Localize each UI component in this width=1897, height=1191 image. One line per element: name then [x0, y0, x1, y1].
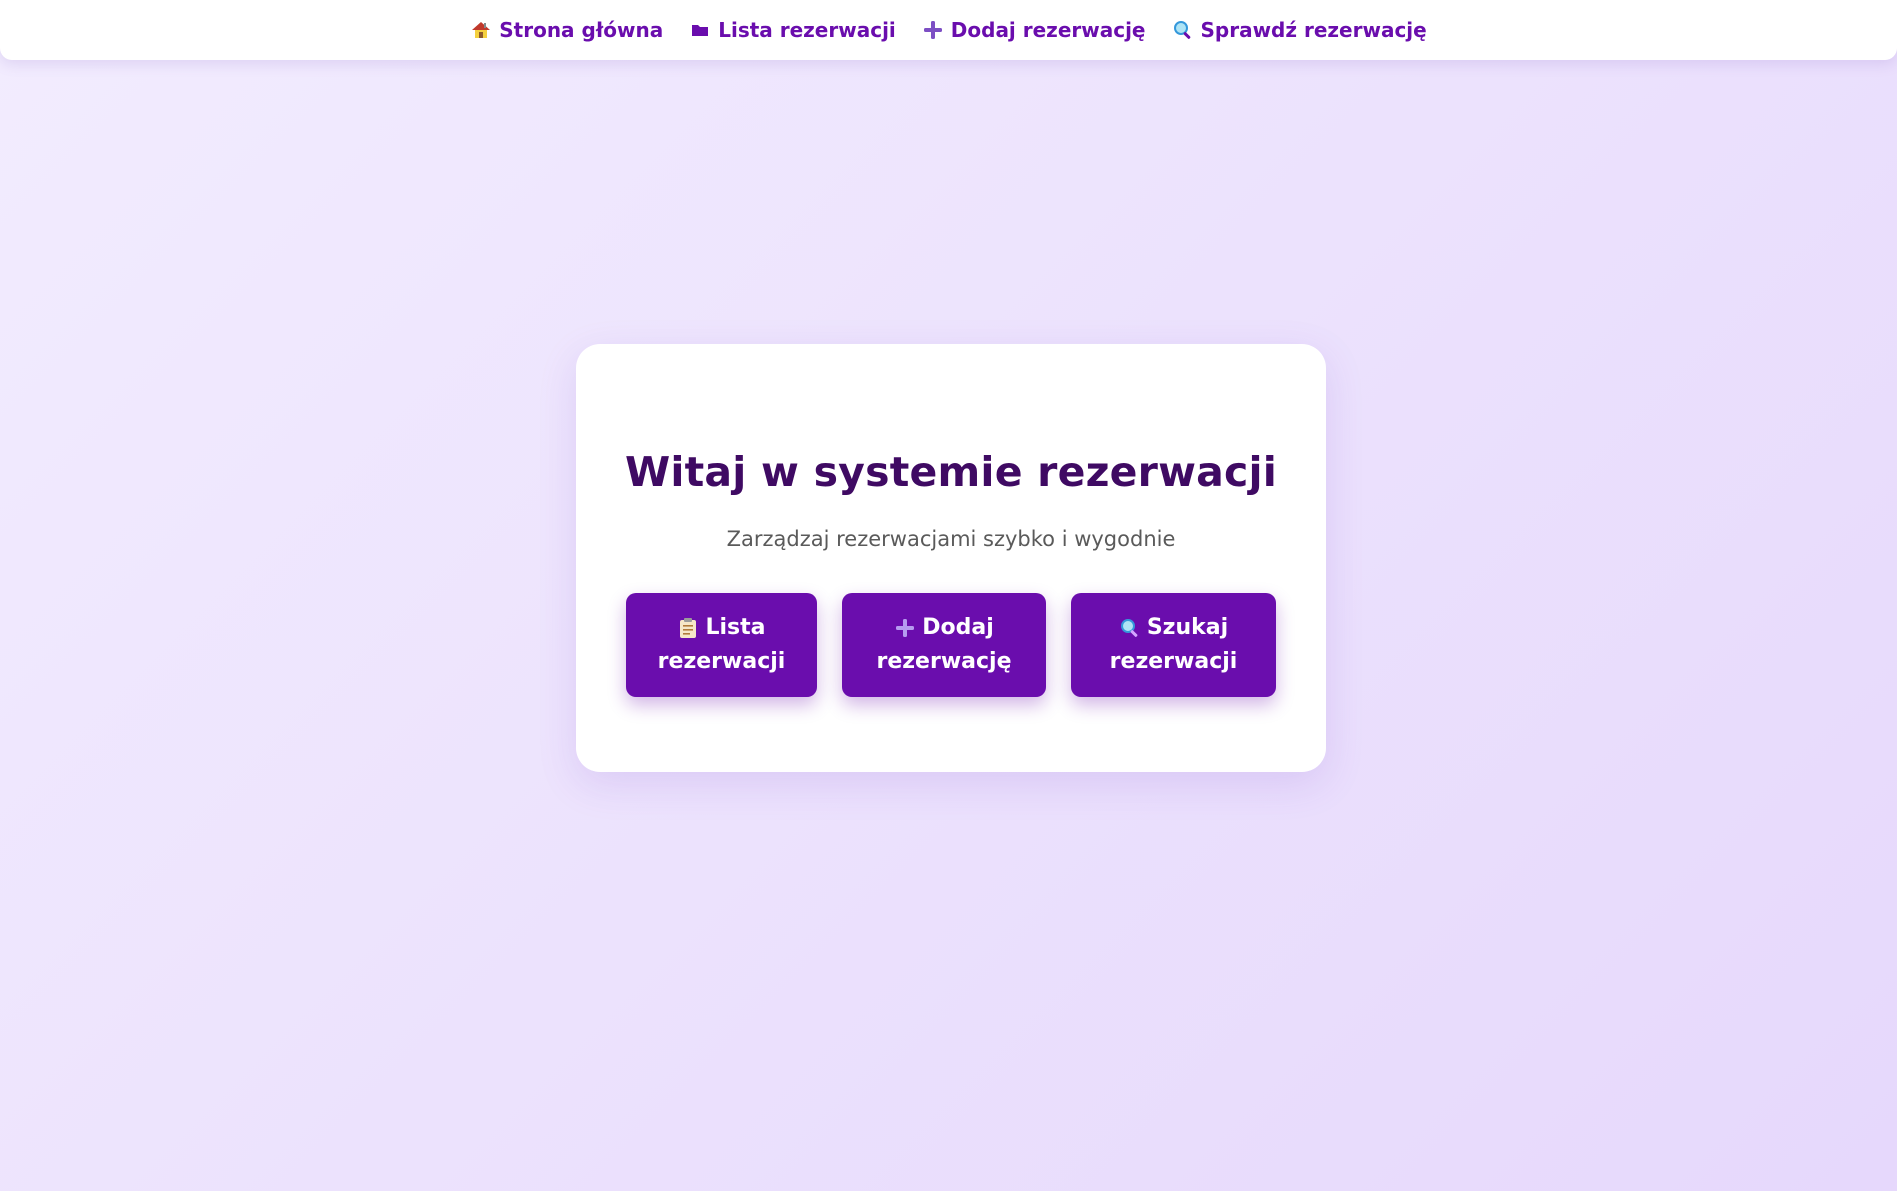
- add-reservation-button-text2: rezerwację: [876, 649, 1012, 674]
- nav-link-check-reservation[interactable]: Sprawdź rezerwację: [1172, 18, 1427, 42]
- magnifier-icon: [1119, 616, 1141, 640]
- nav-link-reservation-list-label: Lista rezerwacji: [718, 18, 896, 42]
- search-reservation-button-text1: Szukaj: [1146, 615, 1229, 640]
- nav-link-add-reservation-label: Dodaj rezerwację: [950, 18, 1146, 42]
- search-reservation-button-line1: Szukaj: [1119, 611, 1228, 645]
- page-subtitle: Zarządzaj rezerwacjami szybko i wygodnie: [726, 527, 1176, 551]
- nav-link-check-reservation-label: Sprawdź rezerwację: [1200, 18, 1427, 42]
- top-navbar: Strona główna Lista rezerwacji Dodaj rez…: [0, 0, 1897, 60]
- search-reservation-button[interactable]: Szukaj rezerwacji: [1071, 593, 1276, 697]
- nav-link-home[interactable]: Strona główna: [470, 18, 663, 42]
- add-reservation-button[interactable]: Dodaj rezerwację: [842, 593, 1046, 697]
- welcome-card: Witaj w systemie rezerwacji Zarządzaj re…: [576, 344, 1326, 772]
- plus-icon: [922, 19, 944, 41]
- reservation-list-button[interactable]: Lista rezerwacji: [626, 593, 817, 697]
- nav-link-add-reservation[interactable]: Dodaj rezerwację: [922, 18, 1146, 42]
- nav-link-reservation-list[interactable]: Lista rezerwacji: [689, 18, 896, 42]
- plus-icon: [894, 616, 916, 640]
- reservation-list-button-text2: rezerwacji: [657, 649, 786, 674]
- nav-link-home-label: Strona główna: [499, 18, 664, 42]
- page-title: Witaj w systemie rezerwacji: [624, 448, 1278, 496]
- reservation-list-button-text1: Lista: [705, 615, 766, 640]
- add-reservation-button-text1: Dodaj: [922, 615, 994, 640]
- reservation-list-button-line1: Lista: [677, 611, 766, 645]
- clipboard-icon: [677, 616, 699, 640]
- magnifier-icon: [1172, 19, 1194, 41]
- house-icon: [470, 19, 492, 41]
- add-reservation-button-line1: Dodaj: [894, 611, 994, 645]
- folder-icon: [689, 19, 711, 41]
- search-reservation-button-text2: rezerwacji: [1109, 649, 1238, 674]
